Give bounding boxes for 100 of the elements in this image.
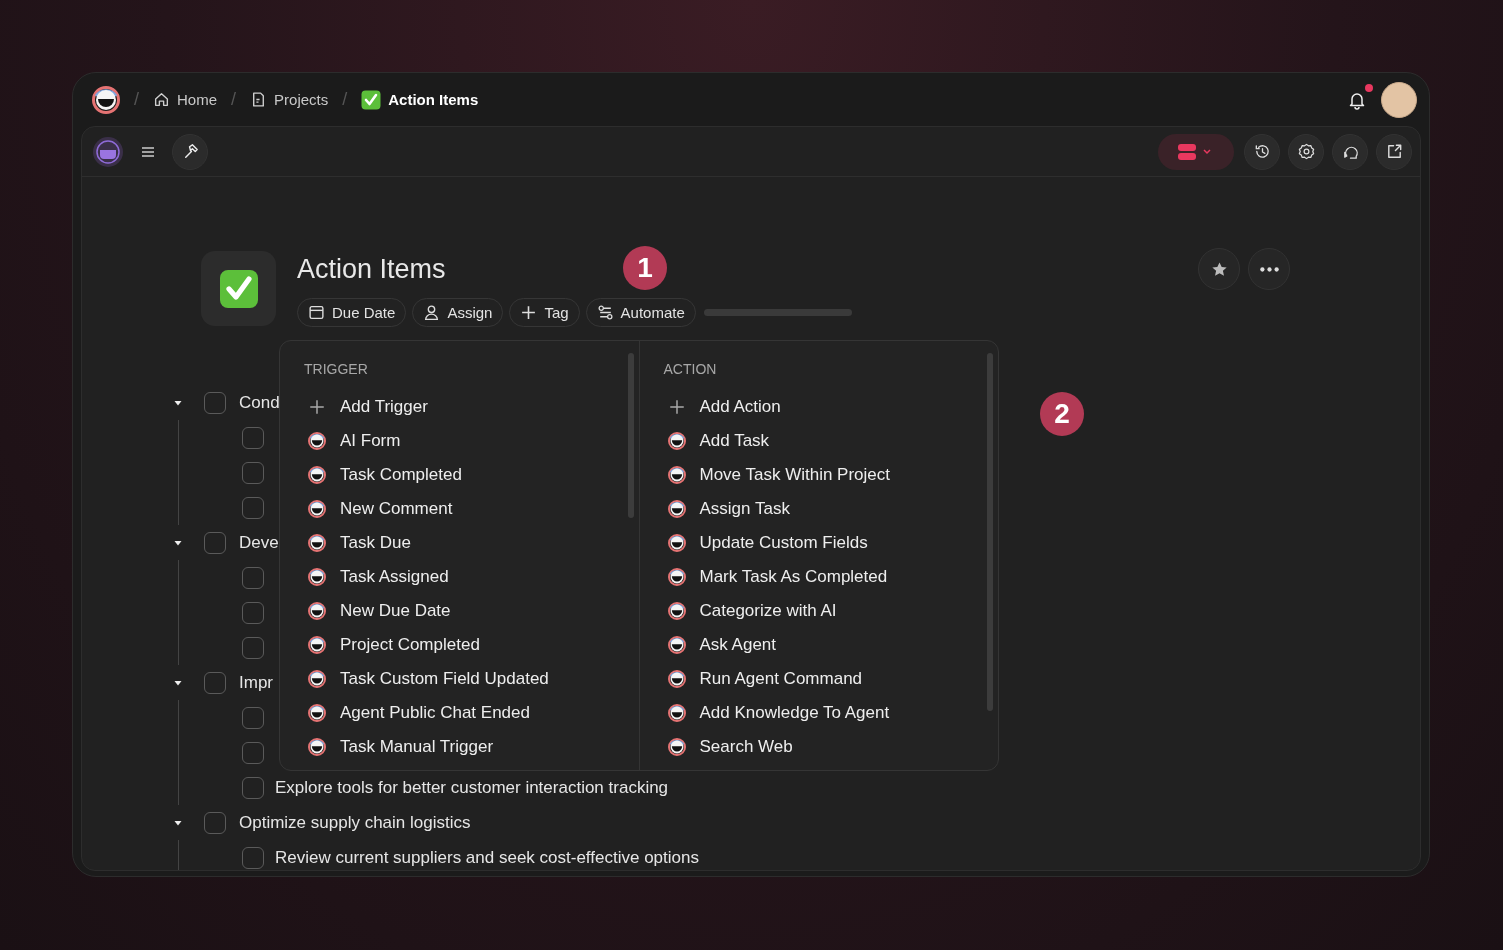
app-logo-icon xyxy=(308,500,326,518)
menu-item[interactable]: Assign Task xyxy=(663,492,998,526)
app-logo-icon xyxy=(308,466,326,484)
hammer-button[interactable] xyxy=(172,133,208,170)
menu-section-header: TRIGGER xyxy=(304,361,369,377)
task-checkbox[interactable] xyxy=(242,426,264,449)
menu-item[interactable]: Add Knowledge To Agent xyxy=(663,696,998,730)
breadcrumb-link[interactable]: Action Items xyxy=(361,89,479,110)
breadcrumb-link[interactable]: Home xyxy=(153,91,218,108)
property-chip[interactable]: Automate xyxy=(585,298,696,327)
chat-button[interactable] xyxy=(1332,133,1368,170)
menu-item[interactable]: Move Task Within Project xyxy=(663,458,998,492)
breadcrumb-separator: / xyxy=(231,89,237,110)
menu-item[interactable]: New Comment xyxy=(304,492,639,526)
task-checkbox[interactable] xyxy=(204,811,226,834)
app-logo-icon xyxy=(308,534,326,552)
settings-button[interactable] xyxy=(1288,133,1324,170)
task-title: Optimize supply chain logistics xyxy=(239,812,471,833)
share-button[interactable] xyxy=(1376,133,1412,170)
task-title: Impr xyxy=(239,672,273,693)
more-button[interactable] xyxy=(1248,248,1290,290)
add-menu-item[interactable]: Add Trigger xyxy=(304,390,639,424)
app-logo-icon[interactable] xyxy=(92,85,120,114)
menu-item[interactable]: Run Agent Command xyxy=(663,662,998,696)
menu-item[interactable]: Task Due xyxy=(304,526,639,560)
task-title: Deve xyxy=(239,532,279,553)
view-switch-button[interactable] xyxy=(1158,133,1234,170)
task-checkbox[interactable] xyxy=(242,461,264,484)
menu-item[interactable]: Add Task xyxy=(663,424,998,458)
menu-item[interactable]: New Due Date xyxy=(304,594,639,628)
task-checkbox[interactable] xyxy=(242,706,264,729)
app-logo-icon xyxy=(667,534,686,552)
favorite-button[interactable] xyxy=(1198,248,1240,290)
menu-item[interactable]: Ask Agent xyxy=(663,628,998,662)
person-icon xyxy=(423,304,441,321)
task-checkbox[interactable] xyxy=(242,776,264,799)
app-logo-icon xyxy=(308,432,326,450)
breadcrumb-separator: / xyxy=(342,89,348,110)
page-icon-tile[interactable] xyxy=(201,251,276,326)
plus-icon xyxy=(308,398,326,416)
menu-item[interactable]: Update Custom Fields xyxy=(663,526,998,560)
task-checkbox[interactable] xyxy=(204,391,226,414)
check-mark-icon xyxy=(361,89,382,110)
task-checkbox[interactable] xyxy=(204,531,226,554)
task-checkbox[interactable] xyxy=(242,566,264,589)
app-logo-icon xyxy=(667,738,686,756)
menu-item[interactable]: Task Completed xyxy=(304,458,639,492)
page-title: Action Items xyxy=(297,253,446,286)
property-chip[interactable]: Tag xyxy=(509,298,580,327)
menu-item[interactable]: AI Form xyxy=(304,424,639,458)
breadcrumb-link[interactable]: Projects xyxy=(250,91,329,108)
app-logo-icon xyxy=(667,466,686,484)
task-checkbox[interactable] xyxy=(242,636,264,659)
menu-item[interactable]: Project Completed xyxy=(304,628,639,662)
app-logo-icon xyxy=(667,704,686,722)
breadcrumb-separator: / xyxy=(134,89,139,110)
menu-item[interactable]: Mark Task As Completed xyxy=(663,560,998,594)
user-avatar[interactable] xyxy=(1381,81,1417,118)
menu-section-header: ACTION xyxy=(663,361,718,377)
star-icon xyxy=(1209,259,1229,279)
step-number-badge: 2 xyxy=(1040,392,1084,436)
app-logo-icon xyxy=(667,636,686,654)
add-menu-item[interactable]: Add Action xyxy=(663,390,998,424)
app-logo-icon xyxy=(667,602,686,620)
task-checkbox[interactable] xyxy=(204,671,226,694)
home-icon xyxy=(153,91,170,108)
task-checkbox[interactable] xyxy=(242,846,264,869)
menu-item[interactable]: Search Web xyxy=(663,730,998,764)
history-button[interactable] xyxy=(1244,133,1280,170)
app-logo-icon xyxy=(308,738,326,756)
property-chip[interactable]: Due Date xyxy=(297,298,407,327)
task-checkbox[interactable] xyxy=(242,601,264,624)
calendar-icon xyxy=(308,304,325,321)
menu-item[interactable]: Categorize with AI xyxy=(663,594,998,628)
app-logo-icon xyxy=(667,500,686,518)
app-logo-icon xyxy=(308,568,326,586)
workspace-logo-icon[interactable] xyxy=(92,135,124,168)
menu-item[interactable]: Agent Public Chat Ended xyxy=(304,696,639,730)
menu-item[interactable]: Task Manual Trigger xyxy=(304,730,639,764)
app-logo-icon xyxy=(667,568,686,586)
plus-icon xyxy=(667,398,686,416)
settings-icon xyxy=(1296,142,1316,161)
task-checkbox[interactable] xyxy=(242,496,264,519)
scrollbar[interactable] xyxy=(987,353,993,711)
property-chip[interactable]: Assign xyxy=(412,298,504,327)
step-number-badge: 1 xyxy=(623,246,667,290)
app-logo-icon xyxy=(308,704,326,722)
task-title: Review current suppliers and seek cost-effective options xyxy=(275,847,699,868)
app-logo-icon xyxy=(667,432,686,450)
sliders-icon xyxy=(596,304,614,321)
check-mark-icon xyxy=(218,268,259,309)
task-title: Cond xyxy=(239,392,280,413)
app-logo-icon xyxy=(308,636,326,654)
menu-item[interactable]: Task Assigned xyxy=(304,560,639,594)
task-checkbox[interactable] xyxy=(242,741,264,764)
app-logo-icon xyxy=(667,670,686,688)
task-title: Explore tools for better customer interaction tracking xyxy=(275,777,669,798)
app-logo-icon xyxy=(308,602,326,620)
menu-item[interactable]: Task Custom Field Updated xyxy=(304,662,639,696)
scrollbar[interactable] xyxy=(627,353,634,518)
